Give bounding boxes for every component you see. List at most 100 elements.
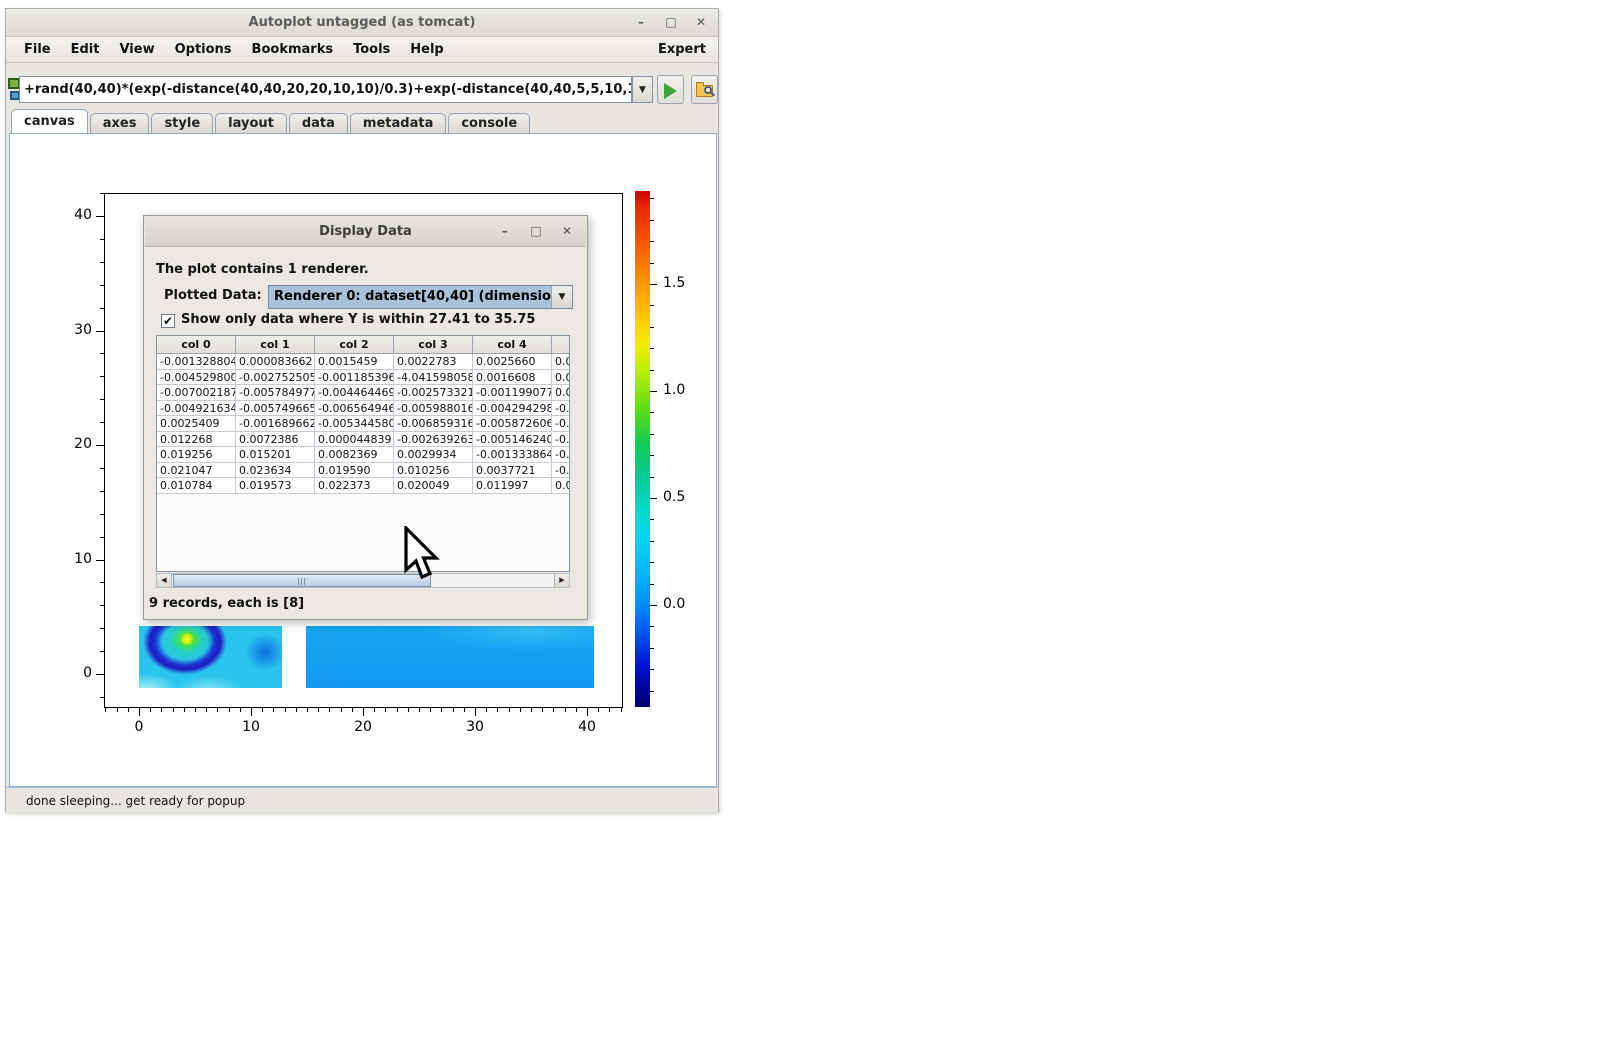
- tab-console[interactable]: console: [448, 113, 530, 133]
- table-cell[interactable]: -0.006564946...: [315, 401, 394, 417]
- tab-metadata[interactable]: metadata: [350, 113, 446, 133]
- maximize-icon[interactable]: □: [662, 13, 680, 31]
- table-cell[interactable]: -0.005784977...: [236, 385, 315, 401]
- data-table[interactable]: col 0col 1col 2col 3col 4 -0.001328804..…: [156, 335, 570, 572]
- table-cell[interactable]: -0.0: [552, 401, 570, 417]
- table-cell[interactable]: 0.019256: [157, 447, 236, 463]
- title-bar[interactable]: Autoplot untagged (as tomcat) – □ ✕: [6, 9, 718, 37]
- table-cell[interactable]: -0.004464469...: [315, 385, 394, 401]
- table-row[interactable]: 0.0122680.00723860.000044839-0.002639263…: [157, 432, 569, 448]
- dialog-close-icon[interactable]: ✕: [558, 222, 576, 240]
- menu-item-options[interactable]: Options: [165, 37, 242, 63]
- table-cell[interactable]: 0.012268: [157, 432, 236, 448]
- column-header-4[interactable]: col 4: [473, 336, 552, 354]
- menu-item-bookmarks[interactable]: Bookmarks: [242, 37, 344, 63]
- table-cell[interactable]: -0.0: [552, 447, 570, 463]
- dialog-maximize-icon[interactable]: □: [527, 222, 545, 240]
- table-cell[interactable]: 0.019590: [315, 463, 394, 479]
- table-row[interactable]: 0.0210470.0236340.0195900.0102560.003772…: [157, 463, 569, 479]
- table-cell[interactable]: -0.005988016...: [394, 401, 473, 417]
- table-cell[interactable]: -0.002752505...: [236, 370, 315, 386]
- menu-expert[interactable]: Expert: [658, 42, 706, 57]
- table-cell[interactable]: -0.006859316...: [394, 416, 473, 432]
- table-cell[interactable]: 0.020049: [394, 478, 473, 494]
- dialog-minimize-icon[interactable]: –: [496, 222, 514, 240]
- menu-item-view[interactable]: View: [109, 37, 164, 63]
- table-cell[interactable]: 0.022373: [315, 478, 394, 494]
- table-row[interactable]: -0.004529800...-0.002752505...-0.0011853…: [157, 370, 569, 386]
- table-cell[interactable]: 0.015201: [236, 447, 315, 463]
- scroll-left-icon[interactable]: ◀: [157, 574, 172, 587]
- table-cell[interactable]: 0.000044839: [315, 432, 394, 448]
- table-cell[interactable]: -0.004294298...: [473, 401, 552, 417]
- table-cell[interactable]: -0.0: [552, 416, 570, 432]
- table-row[interactable]: 0.0107840.0195730.0223730.0200490.011997…: [157, 478, 569, 494]
- column-header-1[interactable]: col 1: [236, 336, 315, 354]
- plotted-data-combobox[interactable]: Renderer 0: dataset[40,40] (dimension...…: [268, 285, 573, 309]
- table-row[interactable]: 0.0192560.0152010.00823690.0029934-0.001…: [157, 447, 569, 463]
- table-cell[interactable]: 0.019573: [236, 478, 315, 494]
- table-cell[interactable]: -0.004921634...: [157, 401, 236, 417]
- table-cell[interactable]: 0.0025660: [473, 354, 552, 370]
- filter-checkbox[interactable]: ✔: [161, 314, 175, 328]
- table-cell[interactable]: 0.0016608: [473, 370, 552, 386]
- table-cell[interactable]: 0.010784: [157, 478, 236, 494]
- table-row[interactable]: -0.001328804...0.0000836620.00154590.002…: [157, 354, 569, 370]
- table-row[interactable]: 0.0025409-0.001689662...-0.005344580...-…: [157, 416, 569, 432]
- table-cell[interactable]: -0.001185396...: [315, 370, 394, 386]
- table-cell[interactable]: 0.00: [552, 370, 570, 386]
- column-header-0[interactable]: col 0: [157, 336, 236, 354]
- column-header-2[interactable]: col 2: [315, 336, 394, 354]
- table-cell[interactable]: -0.002573321...: [394, 385, 473, 401]
- horizontal-scrollbar[interactable]: ◀ ▶: [156, 573, 570, 588]
- uri-dropdown-icon[interactable]: ▼: [632, 76, 653, 103]
- combobox-dropdown-icon[interactable]: ▼: [551, 286, 572, 308]
- table-cell[interactable]: 0.0015459: [315, 354, 394, 370]
- tab-layout[interactable]: layout: [215, 113, 287, 133]
- table-cell[interactable]: 0.0082369: [315, 447, 394, 463]
- table-cell[interactable]: -0.005749665...: [236, 401, 315, 417]
- table-cell[interactable]: -0.0: [552, 432, 570, 448]
- close-icon[interactable]: ✕: [692, 13, 710, 31]
- table-cell[interactable]: -0.005146240...: [473, 432, 552, 448]
- table-cell[interactable]: -0.002639263...: [394, 432, 473, 448]
- menu-item-tools[interactable]: Tools: [343, 37, 400, 63]
- table-cell[interactable]: 0.0022783: [394, 354, 473, 370]
- table-cell[interactable]: -0.001328804...: [157, 354, 236, 370]
- table-cell[interactable]: 0.010256: [394, 463, 473, 479]
- inspect-uri-button[interactable]: [691, 75, 718, 104]
- table-cell[interactable]: 0.00: [552, 354, 570, 370]
- table-row[interactable]: -0.007002187...-0.005784977...-0.0044644…: [157, 385, 569, 401]
- table-cell[interactable]: 0.023634: [236, 463, 315, 479]
- table-cell[interactable]: -0.001199077...: [473, 385, 552, 401]
- column-header-5[interactable]: [552, 336, 570, 354]
- table-cell[interactable]: 0.000083662: [236, 354, 315, 370]
- table-cell[interactable]: -0.005872606...: [473, 416, 552, 432]
- table-cell[interactable]: 0.021047: [157, 463, 236, 479]
- tab-axes[interactable]: axes: [90, 113, 150, 133]
- table-cell[interactable]: -0.001333864...: [473, 447, 552, 463]
- menu-item-file[interactable]: File: [14, 37, 61, 63]
- table-cell[interactable]: 0.011997: [473, 478, 552, 494]
- tab-data[interactable]: data: [289, 113, 348, 133]
- tab-style[interactable]: style: [151, 113, 213, 133]
- minimize-icon[interactable]: –: [632, 13, 650, 31]
- scroll-right-icon[interactable]: ▶: [554, 574, 569, 587]
- table-cell[interactable]: 0.0037721: [473, 463, 552, 479]
- table-cell[interactable]: -0.001689662...: [236, 416, 315, 432]
- table-cell[interactable]: 0.0029934: [394, 447, 473, 463]
- table-cell[interactable]: 0.00: [552, 478, 570, 494]
- scrollbar-track[interactable]: [172, 574, 554, 587]
- tab-canvas[interactable]: canvas: [11, 109, 88, 133]
- column-header-3[interactable]: col 3: [394, 336, 473, 354]
- table-cell[interactable]: -0.007002187...: [157, 385, 236, 401]
- menu-item-help[interactable]: Help: [400, 37, 453, 63]
- go-button[interactable]: [657, 75, 684, 104]
- table-cell[interactable]: -4.041598058...: [394, 370, 473, 386]
- table-cell[interactable]: -0.005344580...: [315, 416, 394, 432]
- table-cell[interactable]: 0.00: [552, 385, 570, 401]
- table-cell[interactable]: 0.0072386: [236, 432, 315, 448]
- table-cell[interactable]: 0.0025409: [157, 416, 236, 432]
- table-row[interactable]: -0.004921634...-0.005749665...-0.0065649…: [157, 401, 569, 417]
- uri-input[interactable]: +rand(40,40)*(exp(-distance(40,40,20,20,…: [19, 76, 632, 103]
